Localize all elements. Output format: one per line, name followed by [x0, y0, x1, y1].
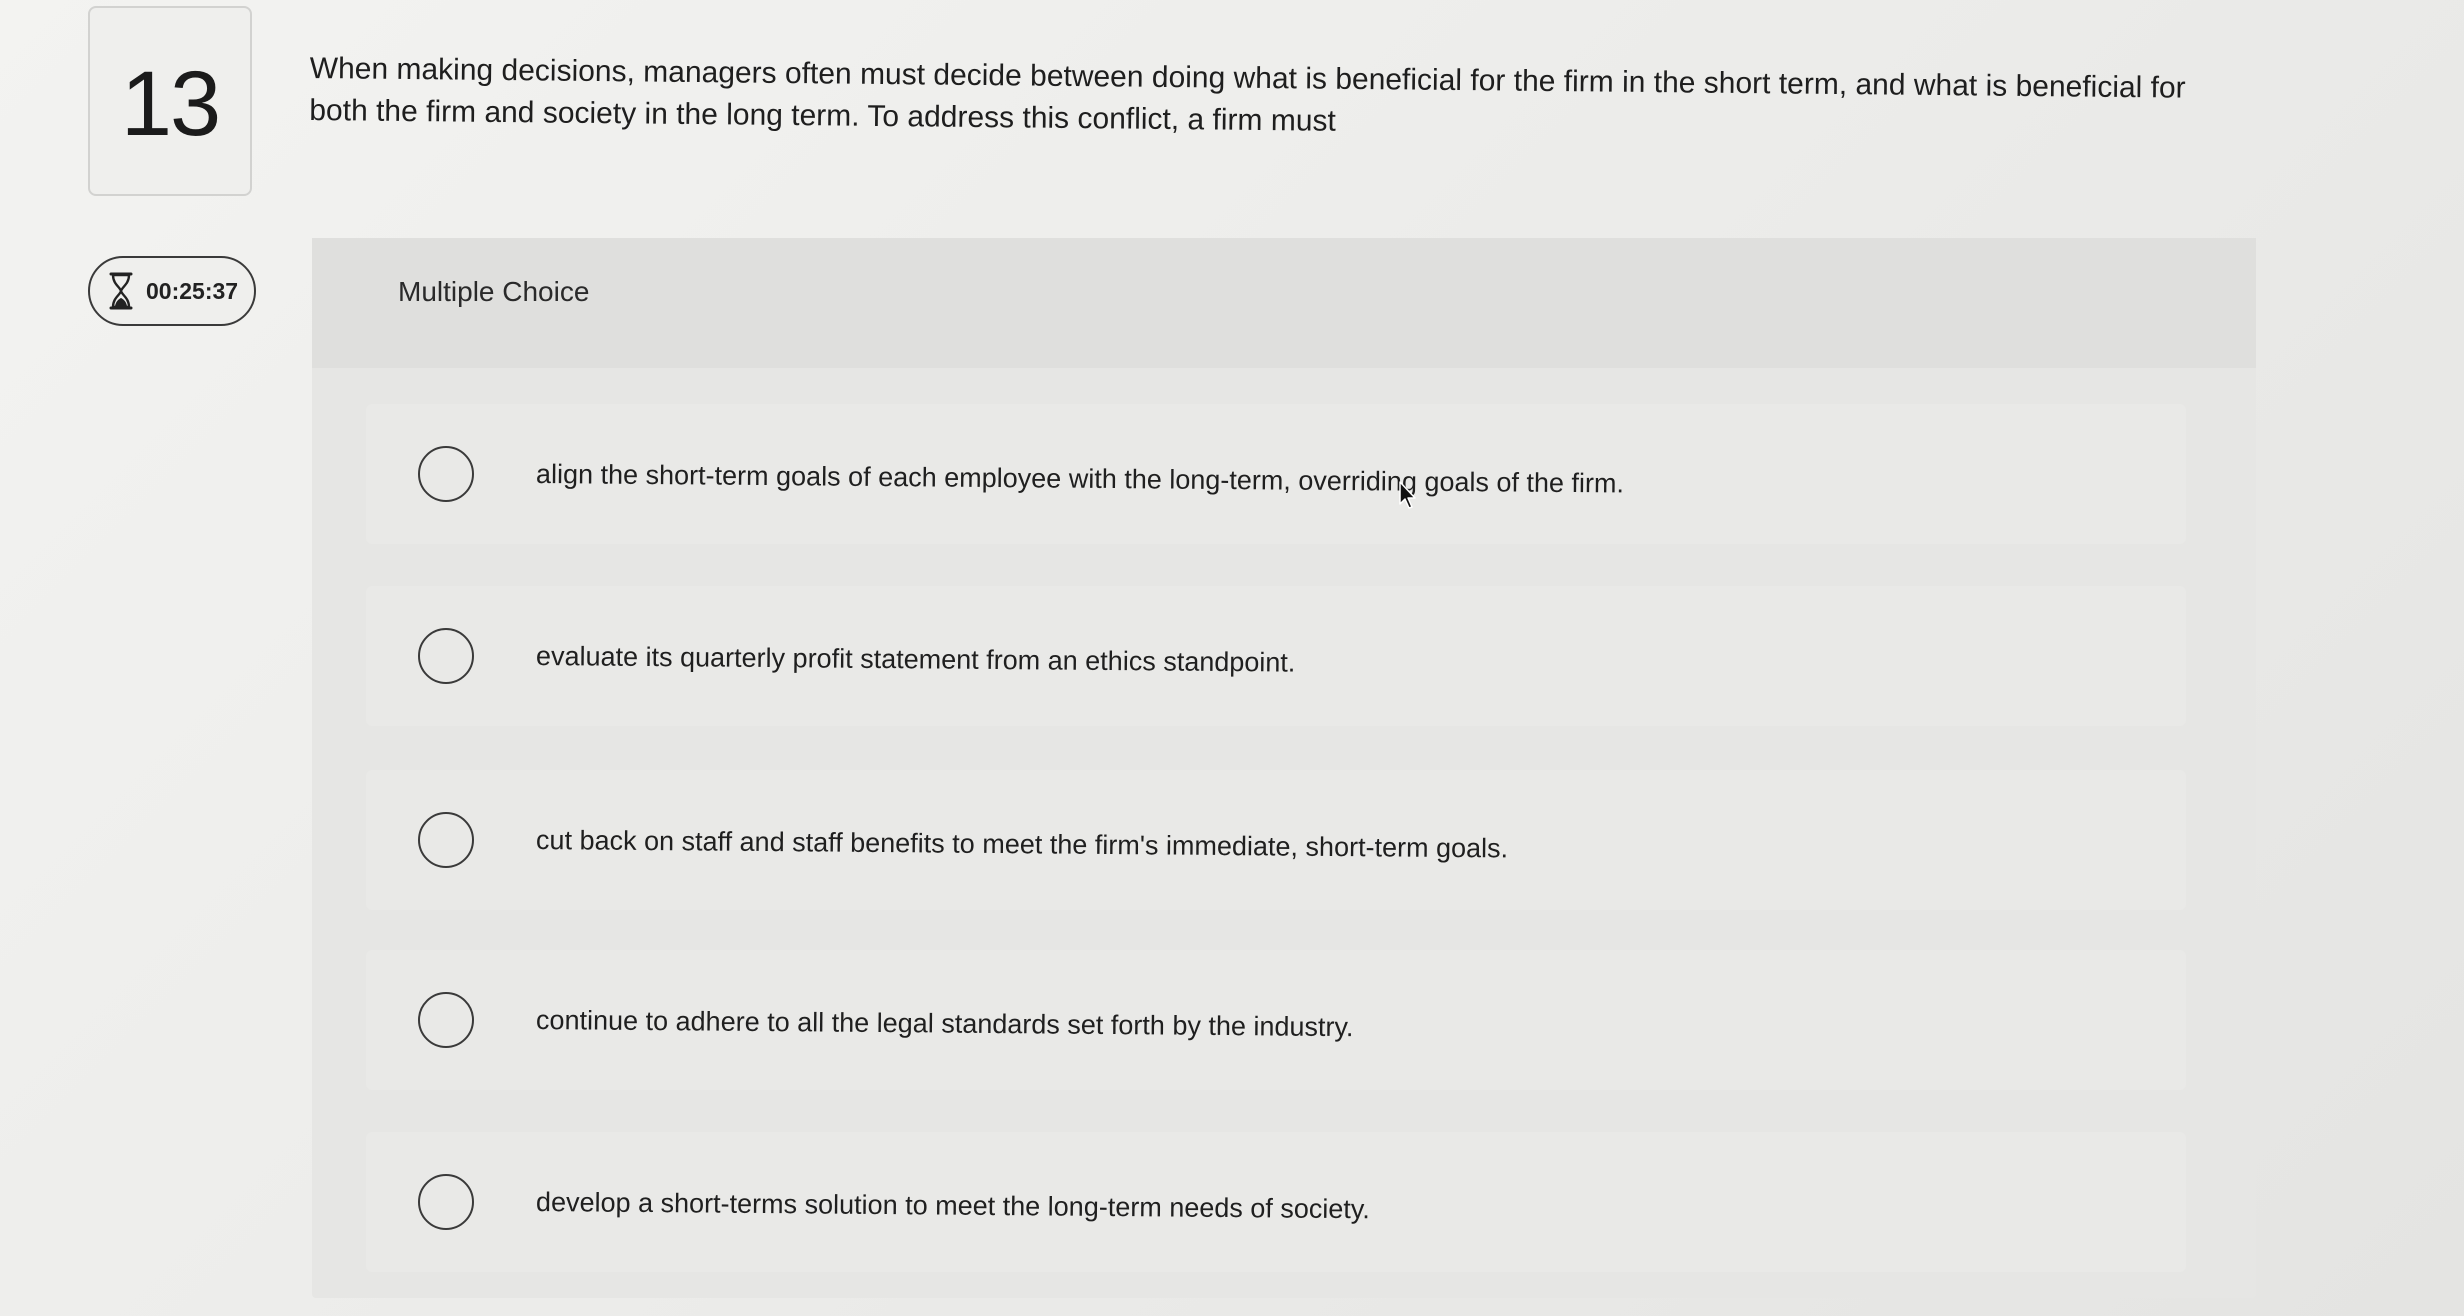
answer-option-2-label: evaluate its quarterly profit statement …: [535, 640, 1296, 678]
radio-button-4[interactable]: [418, 992, 474, 1048]
answer-option-2[interactable]: evaluate its quarterly profit statement …: [366, 586, 2186, 726]
answer-option-4-label: continue to adhere to all the legal stan…: [535, 1004, 1354, 1042]
answer-option-4[interactable]: continue to adhere to all the legal stan…: [366, 950, 2186, 1090]
answer-option-5[interactable]: develop a short-terms solution to meet t…: [366, 1132, 2186, 1272]
hourglass-icon: [109, 272, 133, 310]
question-number: 13: [120, 53, 221, 155]
answer-option-1-label: align the short-term goals of each emplo…: [535, 458, 1625, 498]
quiz-page: 13 00:25:37 When making decisions, manag…: [0, 0, 2464, 1316]
radio-button-5[interactable]: [418, 1174, 474, 1230]
multiple-choice-title: Multiple Choice: [398, 276, 590, 307]
mouse-cursor-icon: [1399, 481, 1416, 509]
answer-option-1[interactable]: align the short-term goals of each emplo…: [366, 404, 2186, 544]
timer-value: 00:25:37: [146, 277, 239, 304]
multiple-choice-header: [312, 238, 2256, 368]
question-text: When making decisions, managers often mu…: [309, 51, 2186, 138]
question-number-box: 13: [88, 6, 252, 196]
radio-button-3[interactable]: [418, 812, 474, 868]
answer-option-3-label: cut back on staff and staff benefits to …: [535, 824, 1509, 863]
answer-option-3[interactable]: cut back on staff and staff benefits to …: [366, 770, 2186, 910]
radio-button-2[interactable]: [418, 628, 474, 684]
timer-pill[interactable]: 00:25:37: [88, 256, 256, 326]
answer-option-5-label: develop a short-terms solution to meet t…: [535, 1186, 1371, 1224]
radio-button-1[interactable]: [418, 446, 474, 502]
